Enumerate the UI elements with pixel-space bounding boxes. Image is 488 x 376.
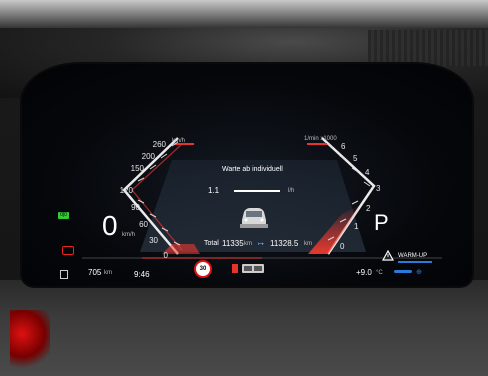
green-status-icon: 0|0 (58, 212, 69, 219)
speed-tick: 120 (119, 186, 133, 195)
car-icon (240, 208, 268, 228)
rpm-tick: 4 (365, 168, 370, 177)
trip-arrow-icon: ↦ (258, 241, 264, 248)
instrument-cluster: km/h 260 200 150 120 90 60 30 0 1/min x1… (20, 62, 474, 288)
warmup-bar (398, 261, 432, 263)
clock: 9:46 (134, 270, 150, 279)
red-ambient-light (10, 310, 50, 370)
current-speed-unit: km/h (122, 232, 136, 238)
rpm-tick: 5 (353, 154, 358, 163)
rpm-tick: 0 (340, 242, 345, 251)
photo-scene: km/h 260 200 150 120 90 60 30 0 1/min x1… (0, 0, 488, 376)
outside-temp: +9.0 (356, 268, 372, 277)
air-vent (368, 30, 488, 66)
speed-tick: 150 (130, 164, 144, 173)
consumption-unit: l/h (288, 188, 295, 194)
speed-tick: 30 (149, 236, 158, 245)
speed-tick: 60 (139, 220, 148, 229)
rpm-tick: 2 (366, 204, 371, 213)
trip-value: 11328.5 (270, 239, 299, 248)
warning-triangle-icon (382, 250, 394, 261)
outside-temp-unit: °C (376, 270, 383, 276)
total-value: 11335 (222, 239, 244, 248)
rpm-tick: 1 (354, 222, 359, 231)
speed-unit-label: km/h (172, 138, 186, 144)
gear-indicator: P (374, 210, 389, 235)
current-speed: 0 (102, 210, 118, 241)
auto-icon: ⊕ (416, 269, 422, 276)
range-value: 705 (88, 268, 102, 277)
speed-limit-sign: 30 (194, 260, 212, 278)
rpm-tick: 3 (376, 184, 381, 193)
warmup-label: WARM-UP (398, 253, 428, 259)
status-message: Warte ab individuell (222, 166, 283, 173)
dashboard-bottom (0, 280, 488, 376)
speed-tick: 0 (163, 251, 168, 260)
red-warning-icon (62, 246, 74, 255)
rpm-unit-label: 1/min x1000 (304, 136, 337, 142)
range-unit: km (104, 270, 112, 276)
trip-unit: km (304, 241, 312, 247)
seatbelt-warning-icon (232, 264, 264, 273)
fuel-pump-icon (60, 270, 68, 279)
total-label: Total (204, 240, 219, 247)
consumption-value: 1.1 (208, 186, 220, 195)
speed-tick: 90 (131, 203, 140, 212)
rpm-tick: 6 (341, 142, 346, 151)
speed-tick: 200 (141, 152, 155, 161)
temp-gauge-bar (394, 270, 412, 273)
total-unit: km (244, 241, 252, 247)
speed-tick: 260 (152, 140, 166, 149)
